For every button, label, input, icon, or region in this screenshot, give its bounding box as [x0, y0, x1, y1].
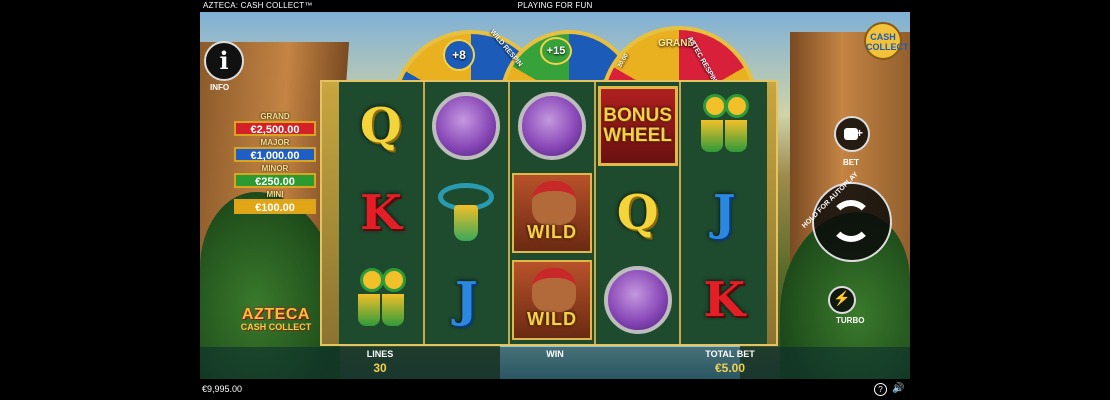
bonus-text-line1: BONUS: [603, 104, 672, 126]
reel-cell: K: [681, 257, 767, 344]
total-bet-value: €5.00: [714, 361, 746, 375]
reel-cell: [425, 169, 511, 257]
reel-cell: Q: [339, 82, 425, 170]
jackpot-name: MINOR: [261, 164, 289, 173]
symbol-j: J: [712, 184, 736, 241]
stats-bar: LINES 30 WIN TOTAL BET €5.00: [200, 347, 910, 379]
reel-cell: WILD: [510, 169, 596, 257]
reel-cell: BONUS WHEEL: [596, 82, 682, 170]
symbol-shield: [517, 91, 586, 160]
reel-cell: [681, 82, 767, 169]
reel-cell: K: [339, 169, 425, 257]
balance-value: €9,995.00: [202, 384, 243, 394]
turbo-button[interactable]: ⚡: [828, 286, 856, 314]
plus-icon: +: [855, 126, 863, 140]
logo-line2: CASH COLLECT: [240, 322, 312, 332]
total-bet-stat: TOTAL BET €5.00: [695, 349, 765, 375]
cash-collect-badge: CASH COLLECT: [864, 22, 909, 60]
spin-autoplay-button[interactable]: [812, 182, 892, 262]
symbol-shield: [603, 266, 672, 335]
jackpot-minor: MINOR €250.00: [232, 165, 318, 191]
info-button[interactable]: i: [204, 41, 244, 81]
reel-grid: Q BONUS WHEEL K WILD Q J J WILD K: [339, 82, 767, 344]
symbol-earrings: [356, 268, 406, 332]
jackpot-grand: GRAND €2,500.00: [232, 113, 318, 139]
reel-cell: [339, 256, 425, 344]
symbol-necklace: [436, 181, 496, 245]
reel-cell: [596, 256, 682, 344]
symbol-q: Q: [359, 97, 402, 154]
game-logo: AZTECA CASH COLLECT: [230, 306, 322, 340]
jackpot-name: MINI: [266, 190, 284, 199]
symbol-shield: [432, 91, 501, 160]
jackpot-mini: MINI €100.00: [232, 191, 318, 217]
reel-cell: [425, 82, 511, 170]
reel-cell: J: [425, 256, 511, 344]
wild-text: WILD: [526, 221, 577, 242]
footer-bar: €9,995.00 ? 🔊: [0, 379, 1110, 400]
jackpot-panel: GRAND €2,500.00 MAJOR €1,000.00 MINOR €2…: [232, 113, 318, 217]
top-bar: AZTECA: CASH COLLECT™ PLAYING FOR FUN: [0, 0, 1110, 12]
jackpot-value: €1,000.00: [234, 147, 316, 162]
jackpot-major: MAJOR €1,000.00: [232, 139, 318, 165]
jackpot-value: €2,500.00: [234, 121, 316, 136]
wild-text: WILD: [526, 309, 577, 330]
win-stat: WIN: [535, 349, 575, 361]
lines-stat: LINES 30: [360, 349, 400, 375]
win-label: WIN: [546, 349, 564, 359]
symbol-k: K: [703, 272, 746, 329]
symbol-j: J: [455, 272, 478, 329]
symbol-k: K: [359, 184, 402, 241]
jackpot-name: GRAND: [260, 112, 290, 121]
bet-button[interactable]: +: [834, 116, 870, 152]
jackpot-value: €100.00: [234, 199, 316, 214]
jackpot-name: MAJOR: [260, 138, 290, 147]
symbol-wild: WILD: [511, 172, 592, 253]
reel-cell: [510, 82, 596, 170]
cash-collect-line1: CASH: [870, 32, 896, 42]
symbol-earrings: [699, 93, 750, 158]
lightning-icon: ⚡: [833, 290, 851, 306]
wheel-plus8-label: +8: [443, 39, 475, 71]
symbol-q: Q: [616, 184, 659, 241]
lines-label: LINES: [366, 349, 394, 359]
lines-value: 30: [373, 361, 387, 375]
symbol-bonus-wheel: BONUS WHEEL: [597, 85, 678, 166]
wheel-plus15-label: +15: [540, 37, 572, 65]
speaker-icon[interactable]: 🔊: [892, 383, 904, 395]
reel-cell: J: [681, 169, 767, 256]
game-area: +8 +15 GRAND WILD RESPIN AZTEC RESPIN 30…: [200, 12, 910, 379]
spin-arrows-icon: [830, 200, 872, 242]
info-icon: i: [219, 46, 229, 75]
cash-collect-line2: COLLECT: [866, 42, 909, 52]
reel-cell: WILD: [510, 256, 596, 344]
jackpot-value: €250.00: [234, 173, 316, 188]
reel-cell: Q: [596, 169, 682, 257]
bet-label: BET: [843, 158, 859, 167]
symbol-wild: WILD: [511, 260, 592, 341]
bonus-text-line2: WHEEL: [603, 124, 672, 146]
turbo-label: TURBO: [836, 316, 865, 325]
info-label: INFO: [210, 83, 230, 92]
total-bet-label: TOTAL BET: [705, 349, 755, 359]
play-mode-label: PLAYING FOR FUN: [517, 1, 593, 10]
help-icon[interactable]: ?: [874, 383, 887, 396]
